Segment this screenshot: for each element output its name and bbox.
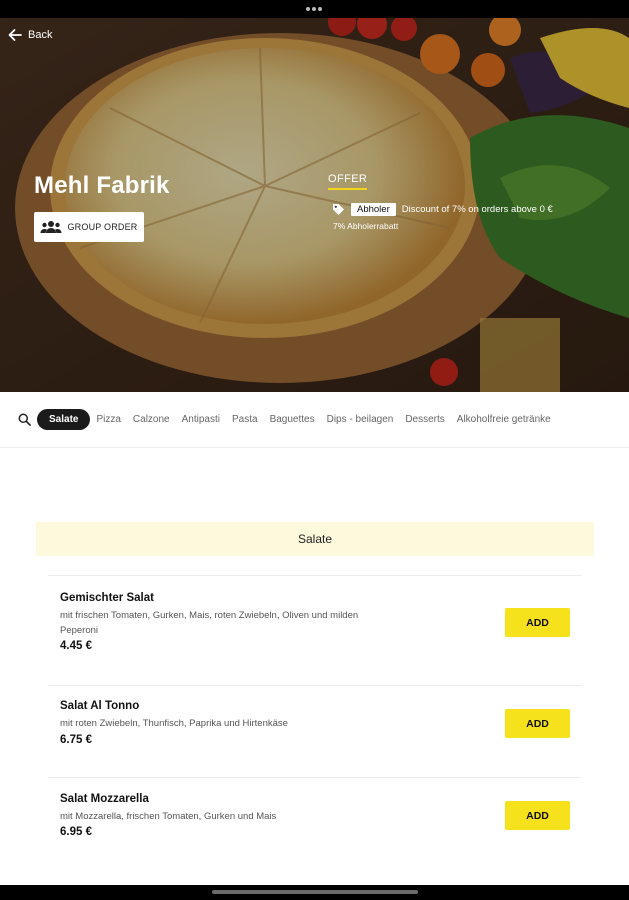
menu-content: Salate Gemischter Salat mit frischen Tom… xyxy=(0,448,629,885)
home-indicator[interactable] xyxy=(212,890,418,894)
hero-banner: Back Mehl Fabrik GROUP ORDER OFFER Abhol… xyxy=(0,18,629,392)
search-icon[interactable] xyxy=(18,413,31,426)
group-order-button[interactable]: GROUP ORDER xyxy=(34,212,144,242)
add-button[interactable]: ADD xyxy=(505,608,570,637)
category-tab[interactable]: Baguettes xyxy=(270,414,315,425)
category-tab[interactable]: Pasta xyxy=(232,414,258,425)
menu-item: Gemischter Salat mit frischen Tomaten, G… xyxy=(48,575,582,685)
item-name: Gemischter Salat xyxy=(60,592,154,604)
category-bar: Salate Pizza Calzone Antipasti Pasta Bag… xyxy=(0,392,629,448)
add-button[interactable]: ADD xyxy=(505,801,570,830)
category-tab[interactable]: Pizza xyxy=(96,414,120,425)
group-icon xyxy=(40,221,62,233)
category-tab[interactable]: Dips - beilagen xyxy=(327,414,394,425)
category-tab[interactable]: Antipasti xyxy=(182,414,220,425)
offer-title: OFFER xyxy=(328,173,368,190)
tag-icon xyxy=(333,204,344,215)
offer-text: Discount of 7% on orders above 0 € xyxy=(401,204,553,215)
category-tab[interactable]: Desserts xyxy=(405,414,444,425)
menu-item: Salat Mozzarella mit Mozzarella, frische… xyxy=(48,777,582,869)
item-description: mit frischen Tomaten, Gurken, Mais, rote… xyxy=(60,610,359,636)
back-label: Back xyxy=(28,29,53,41)
category-tab[interactable]: Alkoholfreie getränke xyxy=(457,414,551,425)
category-tab[interactable]: Calzone xyxy=(133,414,170,425)
back-button[interactable]: Back xyxy=(8,28,52,42)
item-name: Salat Al Tonno xyxy=(60,700,140,712)
navigation-bar xyxy=(0,885,629,900)
menu-item: Salat Al Tonno mit roten Zwiebeln, Thunf… xyxy=(48,685,582,777)
section-header: Salate xyxy=(36,522,594,556)
status-bar xyxy=(0,0,629,18)
item-price: 6.75 € xyxy=(60,734,92,746)
item-description: mit Mozzarella, frischen Tomaten, Gurken… xyxy=(60,811,277,822)
category-tab-active[interactable]: Salate xyxy=(37,409,91,430)
store-name: Mehl Fabrik xyxy=(34,172,170,199)
back-arrow-icon xyxy=(8,29,22,41)
section-title: Salate xyxy=(297,532,333,546)
offer-row: Abholer Discount of 7% on orders above 0… xyxy=(332,203,553,216)
add-button[interactable]: ADD xyxy=(505,709,570,738)
item-description: mit roten Zwiebeln, Thunfisch, Paprika u… xyxy=(60,718,288,729)
offer-subtext: 7% Abholerrabatt xyxy=(333,221,399,231)
group-order-label: GROUP ORDER xyxy=(67,222,138,232)
item-price: 4.45 € xyxy=(60,640,92,652)
status-dots xyxy=(306,7,322,11)
offer-badge: Abholer xyxy=(351,203,396,216)
item-name: Salat Mozzarella xyxy=(60,793,149,805)
item-price: 6.95 € xyxy=(60,826,92,838)
